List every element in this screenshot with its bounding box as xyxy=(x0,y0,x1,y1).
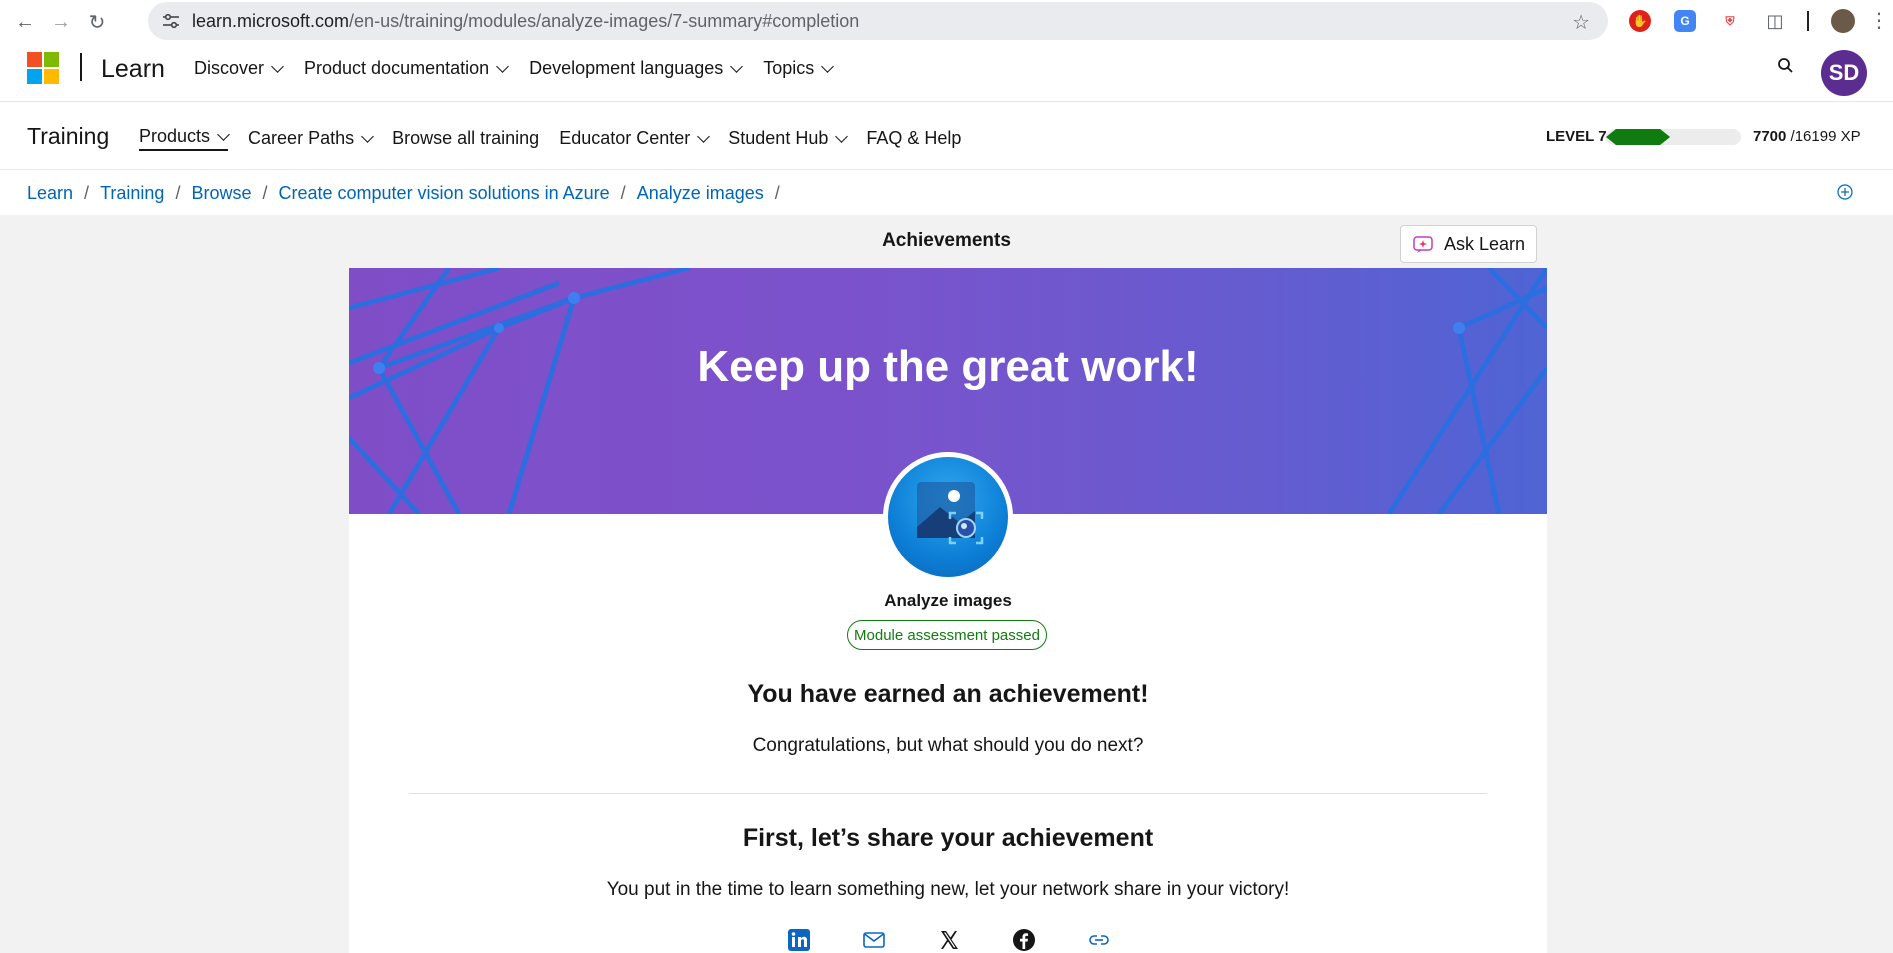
url-text: learn.microsoft.com/en-us/training/modul… xyxy=(192,10,860,31)
browser-toolbar: ← → ↻ learn.microsoft.com/en-us/training… xyxy=(0,0,1893,44)
breadcrumb-learn[interactable]: Learn xyxy=(27,183,73,204)
breadcrumb-separator: / xyxy=(84,183,90,203)
profile-avatar[interactable] xyxy=(1831,9,1855,33)
image-analysis-icon xyxy=(917,482,984,545)
module-badge xyxy=(883,452,1013,582)
breadcrumb-separator: / xyxy=(175,183,181,203)
ask-learn-button[interactable]: Ask Learn xyxy=(1400,225,1537,263)
forward-icon[interactable]: → xyxy=(50,11,72,33)
microsoft-logo[interactable] xyxy=(27,52,59,84)
address-bar[interactable]: learn.microsoft.com/en-us/training/modul… xyxy=(148,2,1608,40)
section-divider xyxy=(409,793,1487,794)
user-avatar[interactable]: SD xyxy=(1821,50,1867,96)
reload-icon[interactable]: ↻ xyxy=(86,11,108,34)
adblock-extension-icon[interactable]: ✋ xyxy=(1629,10,1651,32)
learn-brand[interactable]: Learn xyxy=(101,55,165,84)
nav-topics[interactable]: Topics xyxy=(763,58,835,79)
chevron-down-icon xyxy=(697,129,711,143)
xp-text: 7700 /16199 XP xyxy=(1753,128,1861,145)
breadcrumb-bar: Learn / Training / Browse / Create computer… xyxy=(0,170,1893,215)
add-collection-icon[interactable] xyxy=(1836,183,1854,201)
chevron-down-icon xyxy=(496,59,510,73)
facebook-icon[interactable] xyxy=(1012,928,1036,952)
chevron-down-icon xyxy=(217,127,230,141)
level-label: LEVEL 7 xyxy=(1546,128,1607,145)
breadcrumb-module[interactable]: Analyze images xyxy=(637,183,764,204)
site-header: Learn Discover Product documentation Dev… xyxy=(0,44,1893,102)
shield-extension-icon[interactable]: ⛨ xyxy=(1719,10,1741,32)
search-icon[interactable] xyxy=(1777,57,1795,75)
subnav-educator-center[interactable]: Educator Center xyxy=(559,126,711,151)
email-icon[interactable] xyxy=(862,928,886,952)
subnav-faq-help[interactable]: FAQ & Help xyxy=(866,126,961,151)
share-icons xyxy=(787,928,1111,952)
next-steps-text: Congratulations, but what should you do … xyxy=(752,735,1144,756)
toolbar-divider xyxy=(1807,11,1809,31)
chevron-down-icon xyxy=(730,59,744,73)
module-name: Analyze images xyxy=(884,591,1012,610)
copy-link-icon[interactable] xyxy=(1087,928,1111,952)
subnav-products[interactable]: Products xyxy=(139,126,230,151)
breadcrumb: Learn / Training / Browse / Create computer… xyxy=(27,183,791,204)
banner-title: Keep up the great work! xyxy=(697,342,1199,391)
back-icon[interactable]: ← xyxy=(14,11,36,33)
breadcrumb-separator: / xyxy=(774,183,780,203)
bookmark-star-icon[interactable]: ☆ xyxy=(1572,10,1590,35)
logo-divider xyxy=(80,53,82,81)
extensions-puzzle-icon[interactable]: ◫ xyxy=(1764,10,1786,32)
training-subnav: Products Career Paths Browse all trainin… xyxy=(139,126,981,151)
breadcrumb-separator: / xyxy=(620,183,626,203)
ask-learn-icon xyxy=(1413,236,1433,253)
training-title[interactable]: Training xyxy=(27,123,109,150)
xp-progress-bar xyxy=(1606,129,1741,145)
x-twitter-icon[interactable] xyxy=(937,928,961,952)
chevron-down-icon xyxy=(271,59,284,73)
linkedin-icon[interactable] xyxy=(787,928,811,952)
xp-progress-fill xyxy=(1606,129,1670,145)
achievement-earned-heading: You have earned an achievement! xyxy=(747,680,1149,708)
breadcrumb-learning-path[interactable]: Create computer vision solutions in Azur… xyxy=(279,183,610,204)
subnav-career-paths[interactable]: Career Paths xyxy=(248,126,374,151)
subnav-browse-all-training[interactable]: Browse all training xyxy=(392,126,539,151)
achievements-heading: Achievements xyxy=(882,230,1011,251)
browser-menu-icon[interactable]: ⋮ xyxy=(1869,8,1889,33)
chevron-down-icon xyxy=(361,129,374,143)
breadcrumb-separator: / xyxy=(262,183,268,203)
status-badge: Module assessment passed xyxy=(847,620,1047,650)
chevron-down-icon xyxy=(835,129,849,143)
achievement-card: Keep up the great work! Analyze images M… xyxy=(349,268,1547,953)
training-navbar: Training Products Career Paths Browse al… xyxy=(0,102,1893,170)
share-description: You put in the time to learn something n… xyxy=(606,879,1290,900)
top-navigation: Discover Product documentation Developme… xyxy=(194,58,854,79)
breadcrumb-training[interactable]: Training xyxy=(100,183,164,204)
subnav-student-hub[interactable]: Student Hub xyxy=(728,126,849,151)
chevron-down-icon xyxy=(821,59,835,73)
share-heading: First, let’s share your achievement xyxy=(742,824,1154,852)
nav-discover[interactable]: Discover xyxy=(194,58,284,79)
nav-development-languages[interactable]: Development languages xyxy=(529,58,744,79)
site-settings-icon[interactable] xyxy=(162,13,180,29)
nav-product-documentation[interactable]: Product documentation xyxy=(304,58,510,79)
breadcrumb-browse[interactable]: Browse xyxy=(191,183,251,204)
translate-extension-icon[interactable]: G xyxy=(1674,10,1696,32)
